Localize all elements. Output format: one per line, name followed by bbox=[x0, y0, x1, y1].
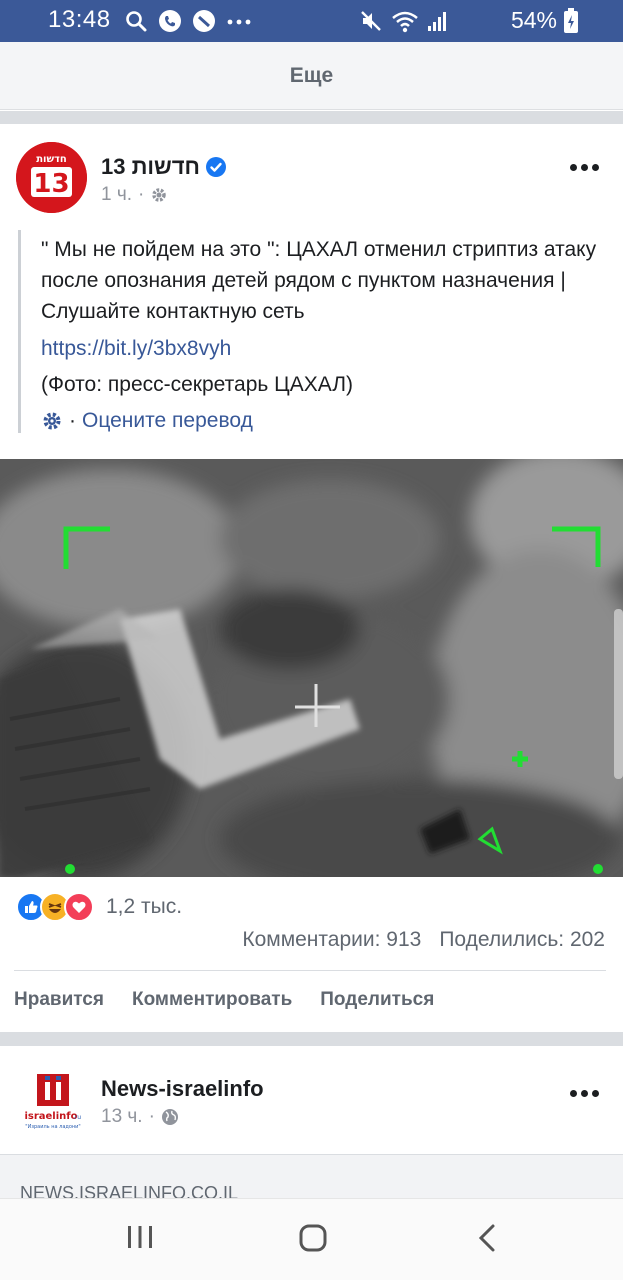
home-icon[interactable] bbox=[298, 1223, 328, 1253]
avatar-brand-text: חדשות bbox=[36, 154, 67, 165]
post-time[interactable]: 13 ч. bbox=[101, 1106, 143, 1128]
more-dots-icon bbox=[570, 1090, 577, 1097]
post-card: חדשות 13 חדשות 13 1 ч. · " Мы не пойдем … bbox=[0, 124, 623, 1032]
post-options-button[interactable] bbox=[570, 1090, 599, 1097]
post-card: israelinfo .ru "Израиль на ладони" News-… bbox=[0, 1046, 623, 1200]
like-button[interactable]: Нравится bbox=[14, 989, 104, 1011]
system-nav-bar bbox=[0, 1198, 623, 1280]
shares-count[interactable]: Поделились: 202 bbox=[439, 928, 605, 952]
post-text: " Мы не пойдем на это ": ЦАХАЛ отменил с… bbox=[41, 238, 597, 323]
more-header[interactable]: Еще bbox=[0, 42, 623, 110]
post-actions: Нравится Комментировать Поделиться bbox=[14, 989, 434, 1011]
post-body: " Мы не пойдем на это ": ЦАХАЛ отменил с… bbox=[18, 230, 608, 433]
page-name-row[interactable]: News-israelinfo bbox=[101, 1076, 264, 1102]
avatar-slogan: "Израиль на ладони" bbox=[25, 1124, 80, 1130]
battery-percent: 54% bbox=[510, 7, 557, 33]
status-time: 13:48 bbox=[48, 6, 111, 33]
rate-translation-link[interactable]: Оцените перевод bbox=[82, 409, 253, 433]
page-avatar[interactable]: israelinfo .ru "Израиль на ладони" bbox=[18, 1066, 88, 1136]
more-notifications-icon bbox=[227, 19, 251, 25]
more-dots-icon bbox=[570, 164, 577, 171]
post-stats: Комментарии: 913 Поделились: 202 bbox=[242, 928, 605, 952]
gear-icon bbox=[43, 412, 61, 430]
wifi-icon bbox=[392, 11, 418, 33]
post-photo[interactable] bbox=[0, 459, 623, 877]
page-avatar[interactable]: חדשות 13 bbox=[16, 142, 87, 213]
verified-badge-icon bbox=[205, 157, 226, 177]
avatar-brand-text: israelinfo bbox=[24, 1111, 77, 1122]
divider bbox=[14, 970, 606, 971]
section-separator bbox=[0, 1032, 623, 1046]
share-button[interactable]: Поделиться bbox=[320, 989, 434, 1011]
post-caption: (Фото: пресс-секретарь ЦАХАЛ) bbox=[41, 373, 353, 396]
avatar-number: 13 bbox=[33, 169, 69, 199]
reactions-summary[interactable]: 1,2 тыс. bbox=[16, 892, 182, 922]
love-reaction-icon bbox=[64, 892, 94, 922]
translate-row[interactable]: · Оцените перевод bbox=[41, 409, 608, 433]
mute-icon bbox=[361, 11, 381, 31]
status-bar: 13:48 54% bbox=[0, 0, 623, 42]
page-name-row[interactable]: חדשות 13 bbox=[101, 154, 226, 180]
page-name[interactable]: חדשות 13 bbox=[101, 154, 200, 180]
post-time[interactable]: 1 ч. bbox=[101, 184, 132, 206]
battery-icon bbox=[564, 8, 578, 33]
section-separator bbox=[0, 111, 623, 124]
comment-button[interactable]: Комментировать bbox=[132, 989, 292, 1011]
translate-separator: · bbox=[69, 409, 76, 432]
page-name[interactable]: News-israelinfo bbox=[101, 1076, 264, 1102]
pin-icon bbox=[193, 10, 215, 32]
avatar-brand-tld: .ru bbox=[73, 1114, 81, 1121]
post-meta: 1 ч. · bbox=[101, 184, 168, 206]
post-link[interactable]: https://bit.ly/3bx8vyh bbox=[41, 337, 608, 361]
link-preview[interactable]: NEWS.ISRAELINFO.CO.IL bbox=[0, 1154, 623, 1200]
globe-icon bbox=[161, 1109, 178, 1125]
signal-icon bbox=[428, 12, 446, 31]
meta-separator: · bbox=[138, 184, 145, 205]
phone-icon bbox=[159, 10, 181, 32]
comments-count[interactable]: Комментарии: 913 bbox=[242, 928, 421, 952]
meta-separator: · bbox=[148, 1106, 155, 1127]
search-icon bbox=[126, 11, 147, 32]
more-title: Еще bbox=[289, 63, 334, 87]
reactions-count: 1,2 тыс. bbox=[106, 895, 183, 918]
back-icon[interactable] bbox=[474, 1223, 500, 1253]
post-meta: 13 ч. · bbox=[101, 1106, 179, 1128]
gear-icon bbox=[152, 188, 167, 202]
post-options-button[interactable] bbox=[570, 164, 599, 171]
recent-apps-icon[interactable] bbox=[126, 1223, 154, 1251]
